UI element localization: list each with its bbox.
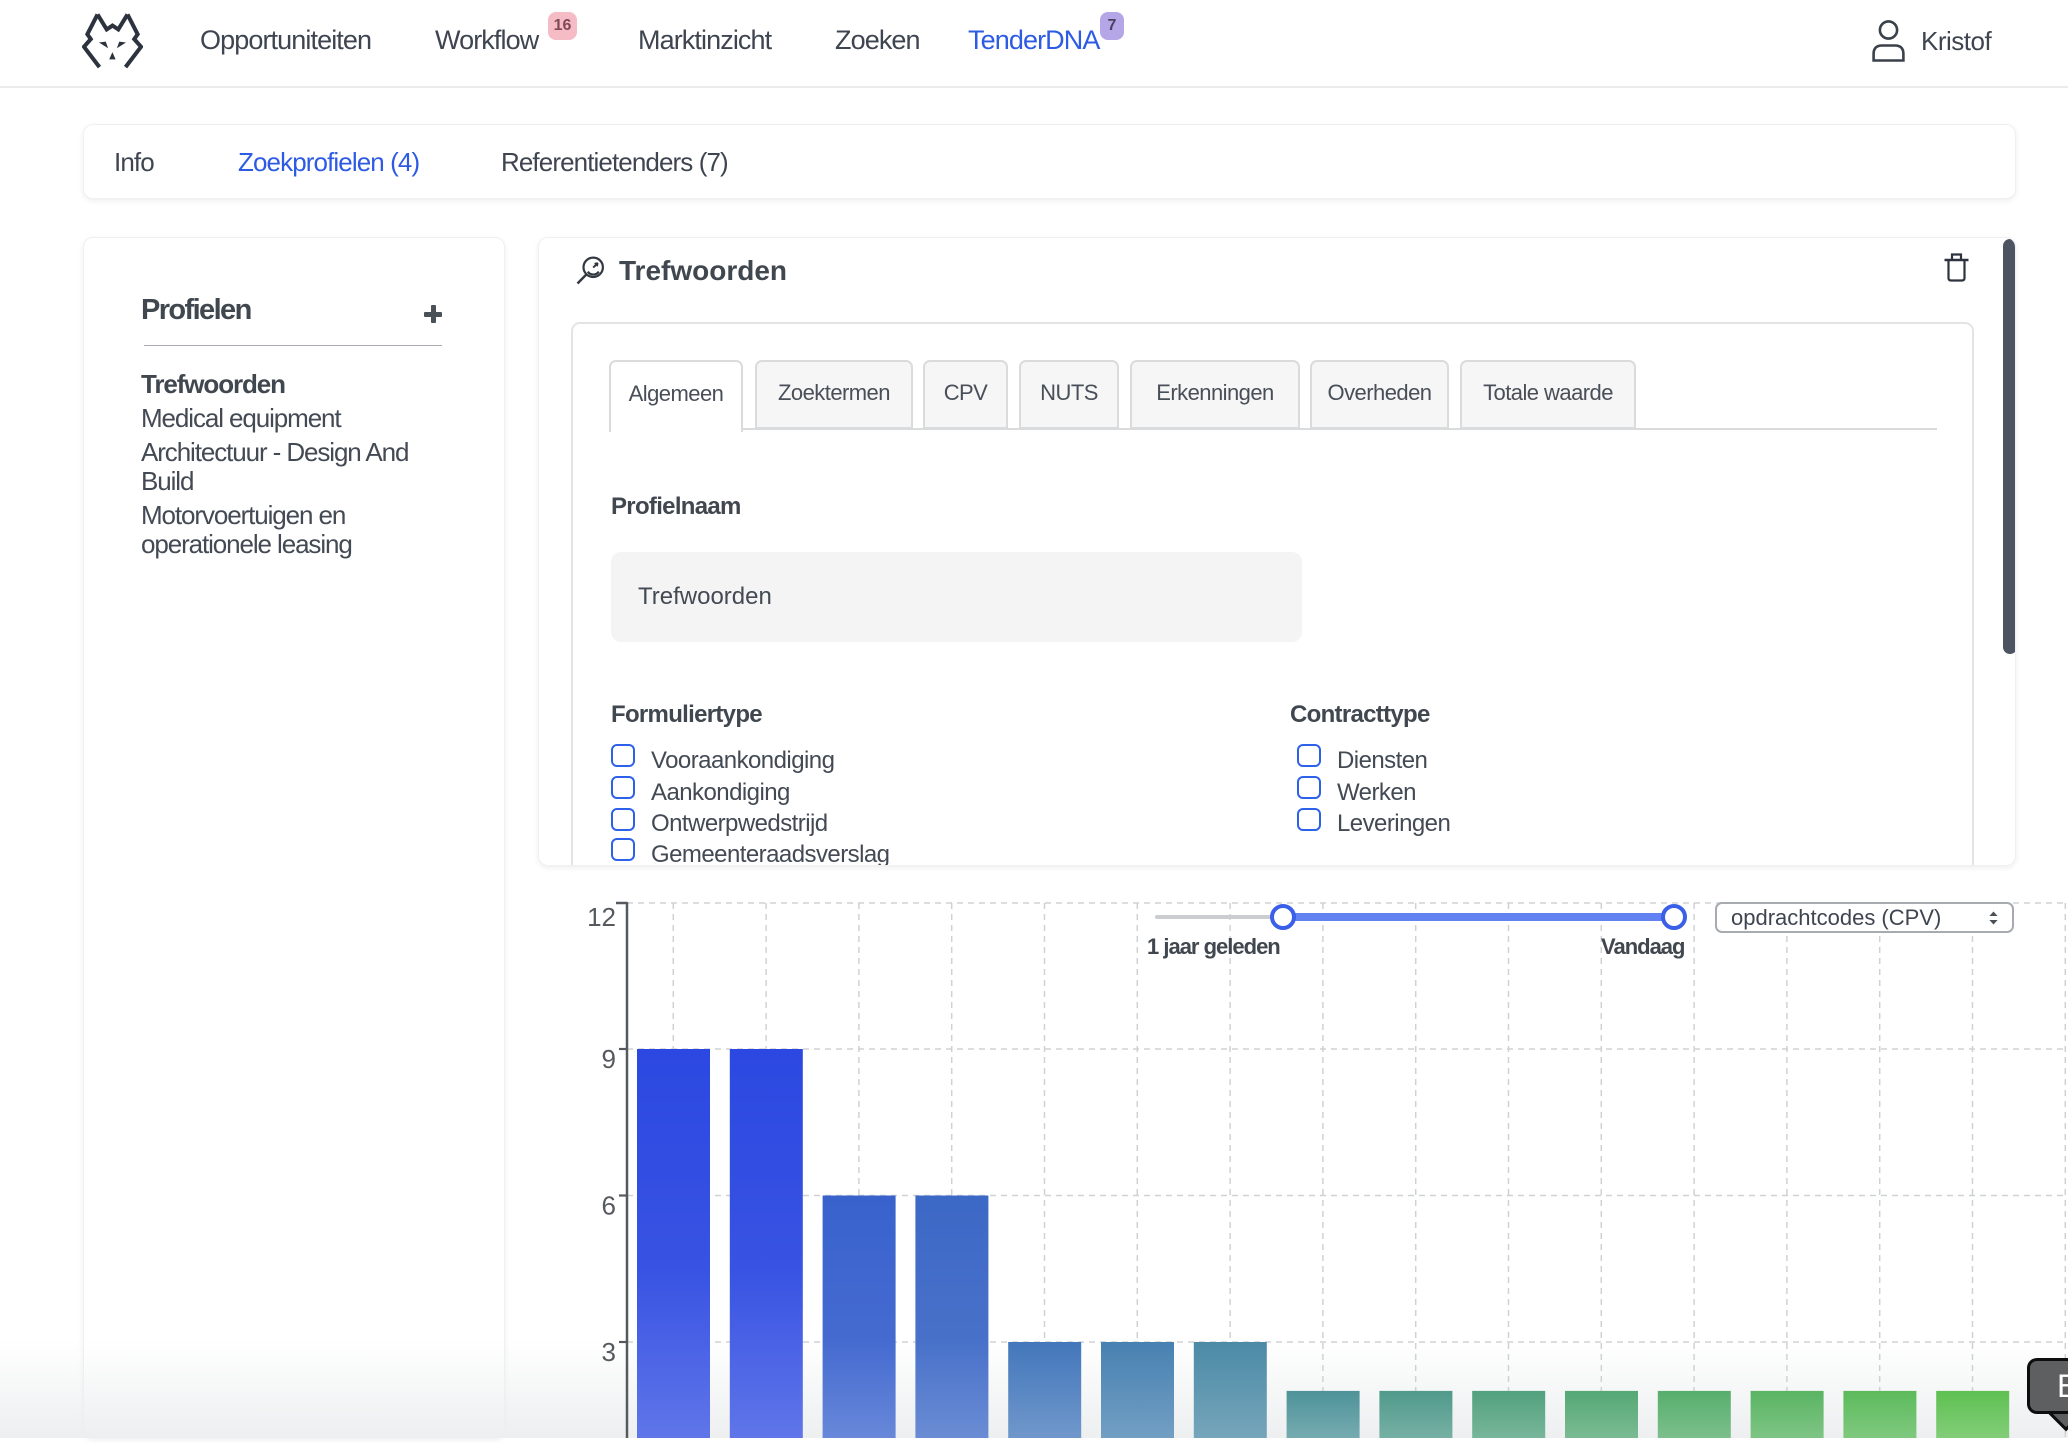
svg-text:9: 9 — [602, 1044, 616, 1074]
svg-text:3: 3 — [602, 1337, 616, 1367]
svg-text:12: 12 — [587, 902, 616, 932]
svg-text:6: 6 — [602, 1191, 616, 1221]
